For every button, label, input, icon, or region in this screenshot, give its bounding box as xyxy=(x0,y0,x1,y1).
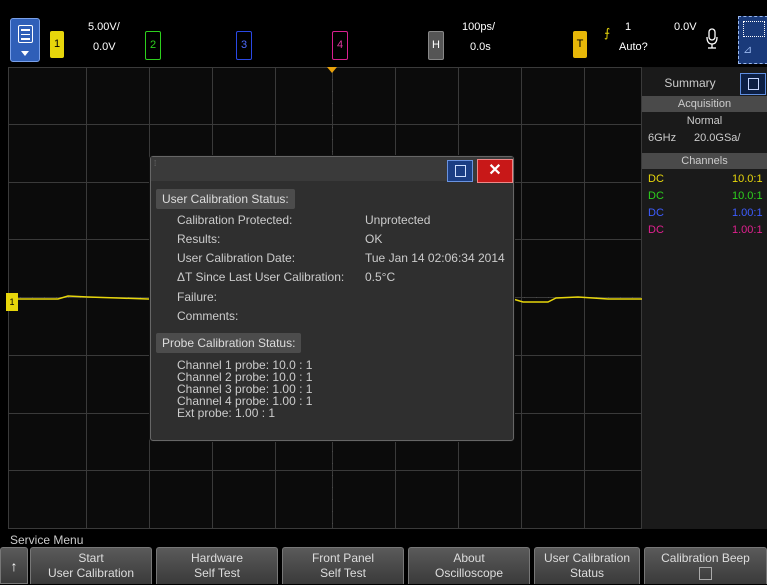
delta-t-label: ΔT Since Last User Calibration: xyxy=(177,270,345,284)
softkey-line2: User Calibration xyxy=(47,566,135,580)
back-arrow-button[interactable]: ↑ xyxy=(0,547,28,584)
channel1-summary: DC 10.0:1 xyxy=(642,171,767,187)
softkey-line1: Start xyxy=(78,551,104,565)
softkey-line2: Status xyxy=(569,566,605,580)
cal-date-value: Tue Jan 14 02:06:34 2014 xyxy=(365,251,505,265)
softkey-line1: Hardware xyxy=(190,551,244,565)
cal-protected-value: Unprotected xyxy=(365,213,431,227)
drag-handle-icon[interactable]: ⁞ xyxy=(154,160,158,172)
about-oscilloscope-button[interactable]: About Oscilloscope xyxy=(408,547,530,584)
service-menu-title: Service Menu xyxy=(10,533,84,547)
softkey-line1: Front Panel xyxy=(311,551,375,565)
calibration-beep-button[interactable]: Calibration Beep xyxy=(644,547,767,584)
menu-icon xyxy=(455,165,466,177)
softkey-line2: Self Test xyxy=(194,566,240,580)
trigger-edge-icon: ⨍ xyxy=(604,26,611,40)
probe-cal-status-header: Probe Calibration Status: xyxy=(156,333,302,353)
ch2-coupling: DC xyxy=(648,190,664,202)
channel2-button[interactable]: 2 xyxy=(145,31,161,60)
ch3-probe-ratio: 1.00:1 xyxy=(732,207,763,219)
trigger-level: 0.0V xyxy=(674,21,697,33)
calibration-beep-checkbox[interactable] xyxy=(699,567,712,580)
ch1-offset: 0.0V xyxy=(93,41,116,53)
acquisition-rate-row: 6GHz 20.0GSa/ xyxy=(642,130,767,146)
calibration-status-dialog: ⁞ ✕ User Calibration Status: Calibration… xyxy=(150,156,514,441)
channel4-button[interactable]: 4 xyxy=(332,31,348,60)
softkey-line1: About xyxy=(453,551,485,565)
softkey-bar: ↑ Start User Calibration Hardware Self T… xyxy=(0,547,767,584)
ch1-scale: 5.00V/ xyxy=(88,21,120,33)
trigger-source: 1 xyxy=(625,21,632,33)
main-menu-button[interactable] xyxy=(10,18,40,62)
summary-panel: Summary Acquisition Normal 6GHz 20.0GSa/… xyxy=(642,67,767,529)
user-cal-status-header: User Calibration Status: xyxy=(156,189,295,209)
softkey-line1: Calibration Beep xyxy=(661,551,750,565)
touch-select-icon[interactable]: ⊿ xyxy=(738,16,767,64)
ch1-probe-ratio: 10.0:1 xyxy=(732,173,763,185)
user-calibration-status-button[interactable]: User Calibration Status xyxy=(534,547,640,584)
microphone-icon[interactable] xyxy=(706,28,718,50)
cal-protected-label: Calibration Protected: xyxy=(177,213,293,227)
ch1-coupling: DC xyxy=(648,173,664,185)
channel1-button[interactable]: 1 xyxy=(50,31,64,58)
channel3-summary: DC 1.00:1 xyxy=(642,205,767,221)
cal-date-label: User Calibration Date: xyxy=(177,251,296,265)
channel4-summary: DC 1.00:1 xyxy=(642,222,767,238)
menu-icon xyxy=(18,25,33,43)
horizontal-button[interactable]: H xyxy=(428,31,444,60)
softkey-line2: Oscilloscope xyxy=(434,566,504,580)
ch3-coupling: DC xyxy=(648,207,664,219)
channels-header: Channels xyxy=(642,153,767,169)
top-status-bar: 1 5.00V/ 0.0V 2 3 4 H 100ps/ 0.0s T ⨍ 1 … xyxy=(0,0,767,66)
trigger-position-marker[interactable] xyxy=(327,67,337,73)
close-button[interactable]: ✕ xyxy=(477,159,513,183)
delay-value: 0.0s xyxy=(470,41,491,53)
probe-status-line: Ext probe: 1.00 : 1 xyxy=(177,406,276,420)
hardware-self-test-button[interactable]: Hardware Self Test xyxy=(156,547,278,584)
bandwidth-value: 6GHz xyxy=(648,132,677,144)
channel3-button[interactable]: 3 xyxy=(236,31,252,60)
channel1-ground-marker[interactable]: 1 xyxy=(6,293,18,311)
results-value: OK xyxy=(365,232,383,246)
sample-rate-value: 20.0GSa/ xyxy=(694,132,741,144)
tab-summary[interactable]: Summary xyxy=(642,71,738,95)
chevron-down-icon xyxy=(21,51,29,56)
trigger-button[interactable]: T xyxy=(573,31,587,58)
dialog-menu-button[interactable] xyxy=(447,160,473,182)
up-arrow-icon: ↑ xyxy=(10,558,18,574)
start-user-calibration-button[interactable]: Start User Calibration xyxy=(30,547,152,584)
delta-t-value: 0.5°C xyxy=(365,270,396,284)
comments-label: Comments: xyxy=(177,309,239,323)
dialog-title-bar[interactable]: ⁞ ✕ xyxy=(151,157,513,183)
acquisition-header: Acquisition xyxy=(642,96,767,112)
ch2-probe-ratio: 10.0:1 xyxy=(732,190,763,202)
softkey-line2: Self Test xyxy=(320,566,366,580)
results-label: Results: xyxy=(177,232,221,246)
trigger-mode: Auto? xyxy=(619,41,648,53)
channel2-summary: DC 10.0:1 xyxy=(642,188,767,204)
softkey-line1: User Calibration xyxy=(543,551,631,565)
ch4-probe-ratio: 1.00:1 xyxy=(732,224,763,236)
acquisition-mode: Normal xyxy=(686,115,723,127)
front-panel-self-test-button[interactable]: Front Panel Self Test xyxy=(282,547,404,584)
failure-label: Failure: xyxy=(177,290,218,304)
panel-menu-icon[interactable] xyxy=(740,73,766,95)
timebase-value: 100ps/ xyxy=(462,21,496,33)
ch4-coupling: DC xyxy=(648,224,664,236)
